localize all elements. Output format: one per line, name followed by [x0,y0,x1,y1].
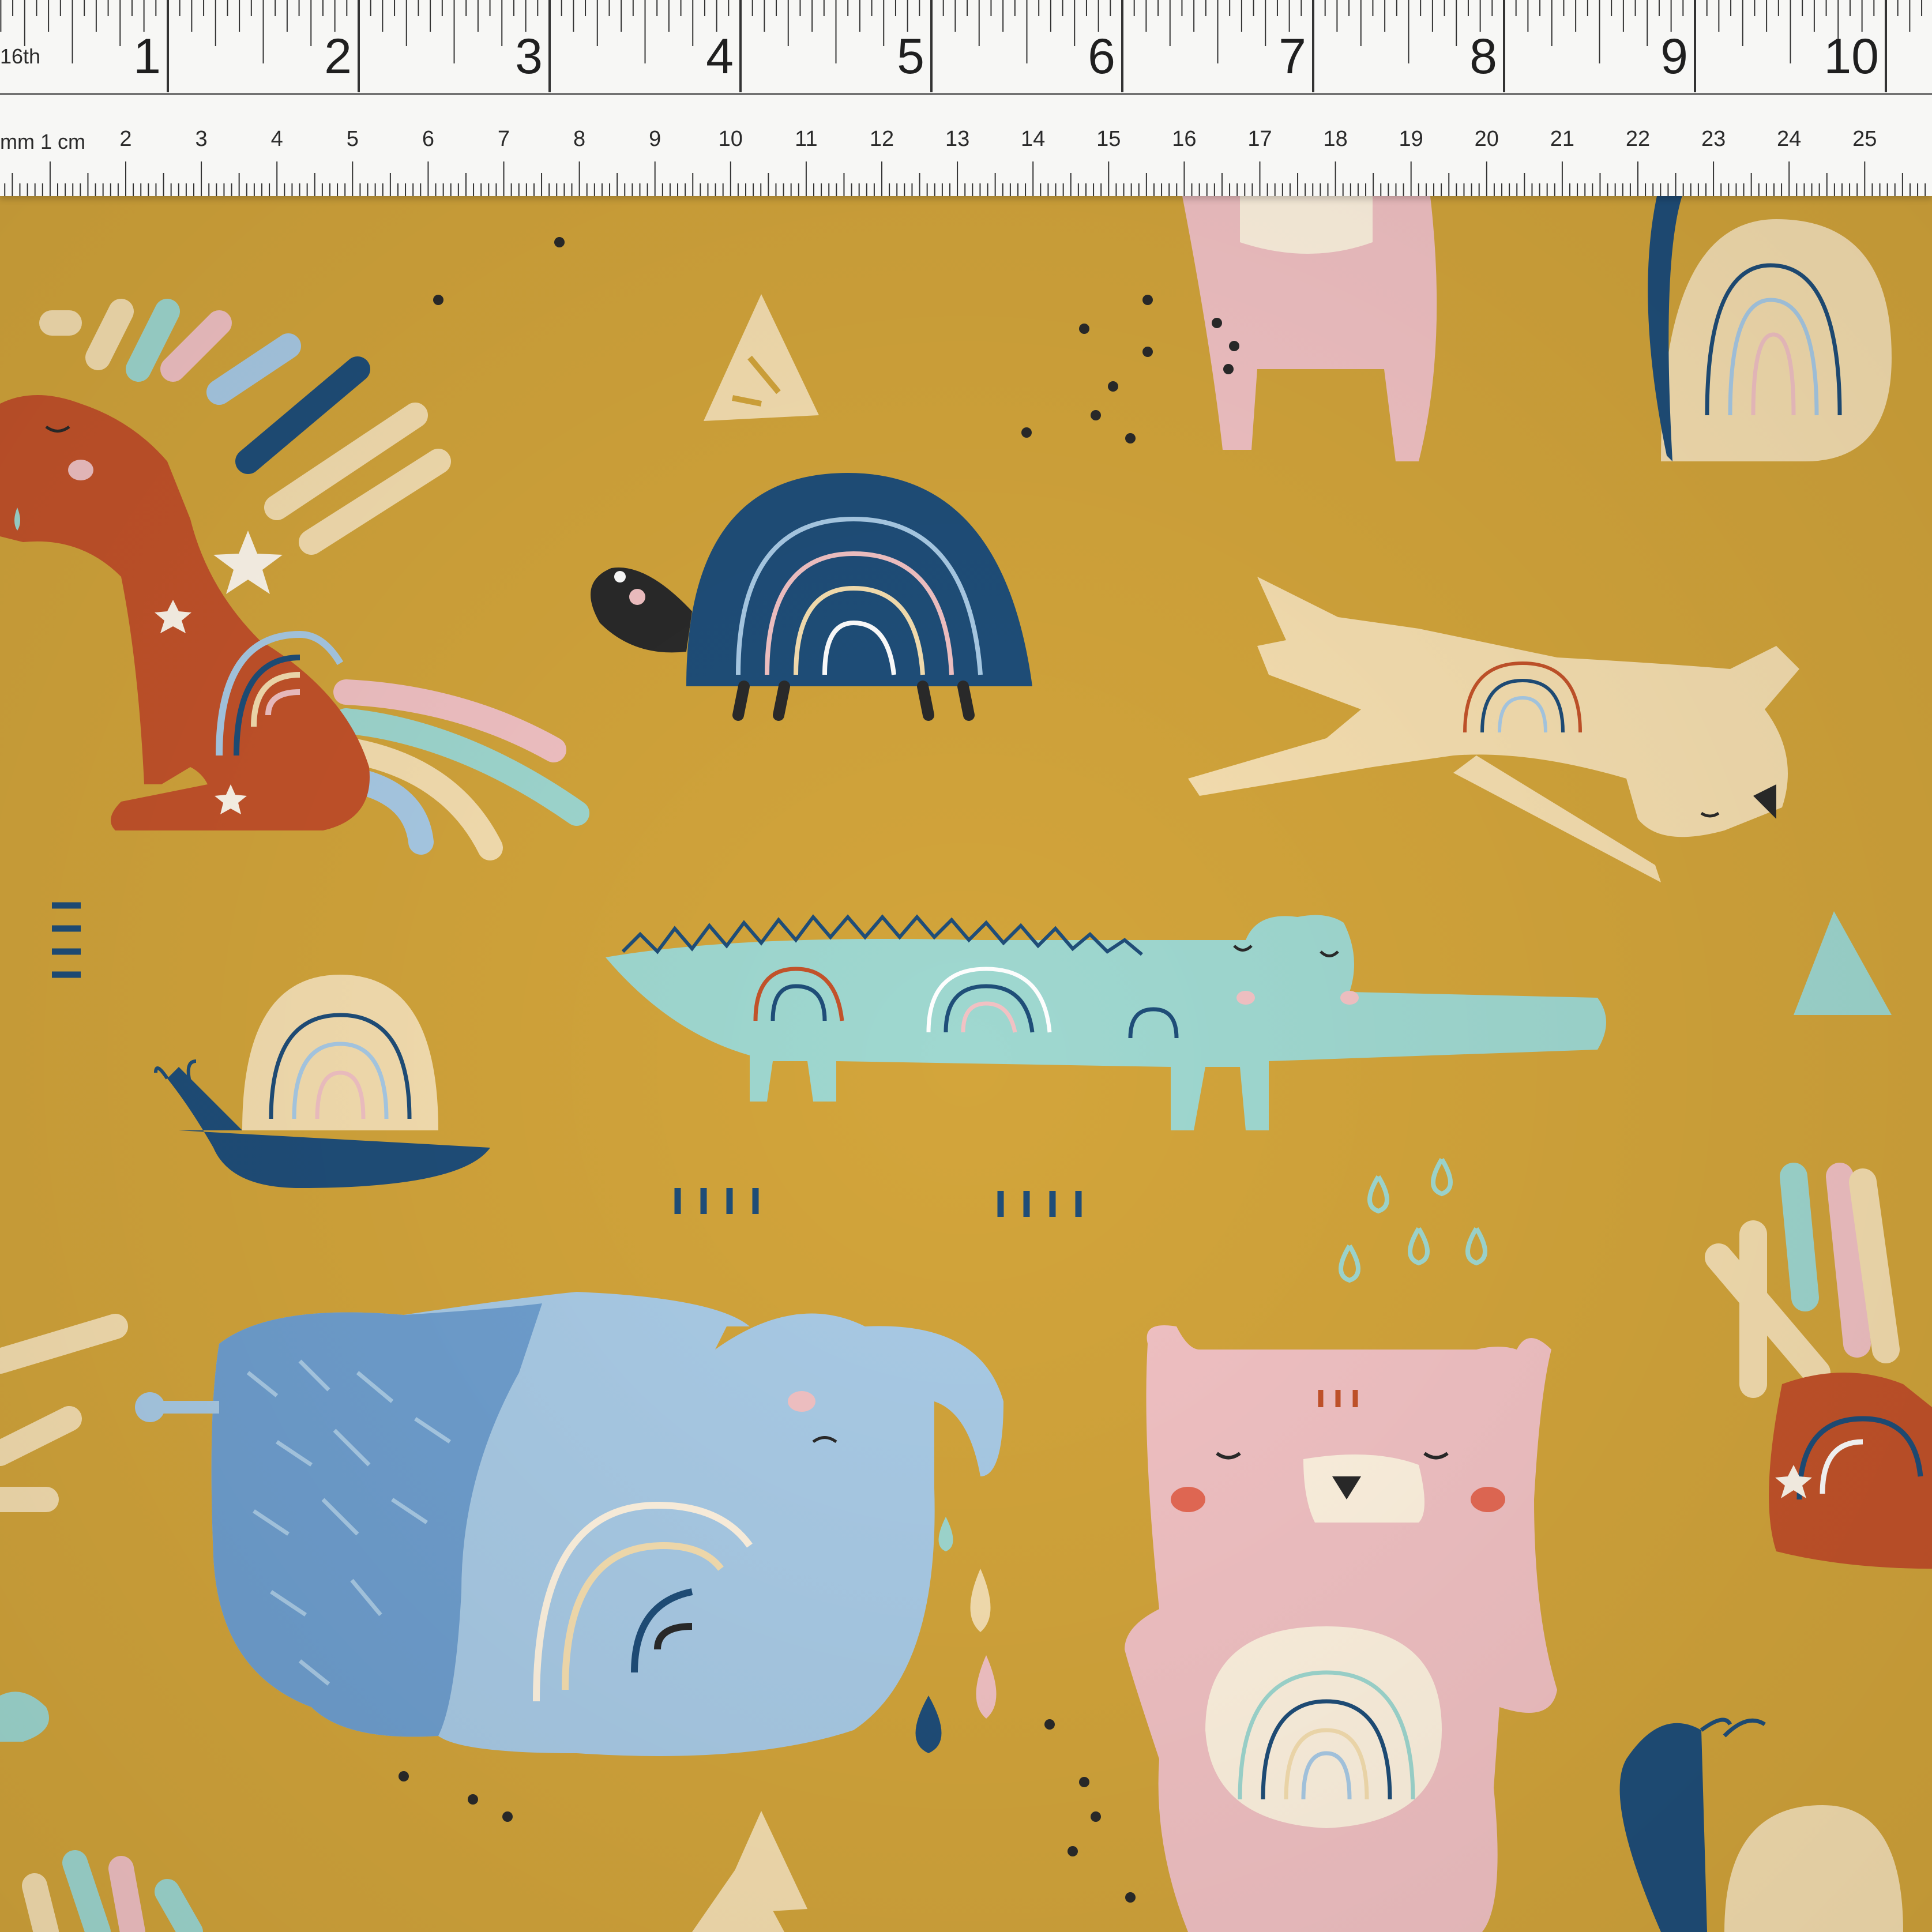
cm-number: 5 [346,127,359,151]
cm-number: 24 [1777,127,1802,151]
cm-number: 19 [1399,127,1423,151]
inch-number: 4 [706,29,734,84]
cm-number: 2 [119,127,132,151]
cm-number: 16 [1172,127,1197,151]
inch-number: 10 [1824,29,1879,84]
cm-number: 6 [422,127,434,151]
inch-number: 9 [1660,29,1688,84]
ruler-ticks [0,0,1932,196]
ruler-unit-label-top: 16th [0,44,41,68]
cm-number: 3 [195,127,208,151]
cm-number: 18 [1323,127,1348,151]
inch-number: 2 [324,29,352,84]
inch-number: 1 [133,29,161,84]
inch-number: 3 [515,29,543,84]
cm-number: 25 [1852,127,1877,151]
cm-number: 22 [1625,127,1651,151]
fabric-photo: 16th mm 1 cm 1 2 3 4 5 6 7 8 9 10 2 3 4 5 6 7 8 9 10 11 12 13… [0,0,1932,1932]
inch-number: 8 [1469,29,1497,84]
cm-number: 8 [573,127,586,151]
cm-number: 13 [945,127,970,151]
cm-number: 7 [497,127,510,151]
cm-number: 11 [795,127,818,151]
cm-number: 21 [1550,127,1575,151]
cm-number: 10 [718,127,743,151]
cm-number: 17 [1247,127,1272,151]
measuring-ruler: 16th mm 1 cm 1 2 3 4 5 6 7 8 9 10 2 3 4 5 6 7 8 9 10 11 12 13… [0,0,1932,196]
fabric-print [0,0,1932,1932]
inch-number: 6 [1088,29,1115,84]
cm-number: 20 [1474,127,1499,151]
cm-number: 12 [869,127,894,151]
inch-number: 5 [897,29,924,84]
inch-number: 7 [1279,29,1306,84]
cm-number: 15 [1096,127,1121,151]
cm-number: 4 [270,127,283,151]
cm-number: 23 [1701,127,1726,151]
cm-number: 9 [649,127,661,151]
cm-number: 14 [1021,127,1046,151]
ruler-unit-label-bottom: mm 1 cm [0,130,85,153]
